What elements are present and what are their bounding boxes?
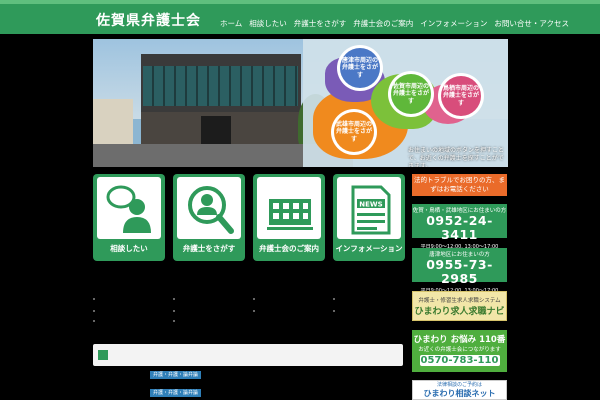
- card-information-label: インフォメーション: [335, 244, 403, 253]
- job-navi-title: ひまわり求人求職ナビ: [414, 307, 505, 317]
- building-door: [201, 116, 231, 144]
- svg-text:NEWS: NEWS: [359, 201, 382, 209]
- tel-saga-number: 0952-24-3411: [426, 213, 493, 243]
- nav-about[interactable]: 弁護士会のご案内: [353, 18, 413, 29]
- region-button-tosu[interactable]: 鳥栖市周辺の弁護士をさがす: [438, 73, 484, 119]
- region-button-saga[interactable]: 佐賀市周辺の弁護士をさがす: [388, 71, 434, 117]
- main-nav: ホーム 相談したい 弁護士をさがす 弁護士会のご案内 インフォメーション お問い…: [220, 18, 569, 29]
- header-top-band: [0, 0, 600, 4]
- nav-information[interactable]: インフォメーション: [420, 18, 487, 29]
- card-about-label: 弁護士会のご案内: [259, 244, 319, 253]
- nav-consult[interactable]: 相談したい: [249, 18, 287, 29]
- header-bar: 佐賀県弁護士会 ホーム 相談したい 弁護士をさがす 弁護士会のご案内 インフォメ…: [0, 0, 600, 34]
- building-glass: [143, 66, 298, 106]
- consult-net-sub: 法律相談のご予約は: [436, 382, 482, 388]
- hero-building-photo: [141, 54, 301, 144]
- trouble-notice[interactable]: 法的トラブルでお困りの方、まずはお電話ください: [412, 174, 507, 196]
- list-bullet: [333, 298, 335, 300]
- hero-house: [93, 99, 133, 144]
- list-bullet: [93, 320, 95, 322]
- news-category-tag[interactable]: 弁護・弁護・論弁論: [150, 371, 202, 379]
- region-button-tosu-label: 鳥栖市周辺の弁護士をさがす: [441, 76, 481, 116]
- list-bullet: [93, 298, 95, 300]
- building-icon: [267, 199, 313, 230]
- card-about[interactable]: 弁護士会のご案内: [253, 174, 325, 261]
- hero-banner: 唐津市周辺の弁護士をさがす 佐賀市周辺の弁護士をさがす 鳥栖市周辺の弁護士をさが…: [93, 39, 508, 167]
- region-button-takeo-label: 武雄市周辺の弁護士をさがす: [334, 112, 374, 152]
- nav-home[interactable]: ホーム: [220, 18, 242, 29]
- site-title[interactable]: 佐賀県弁護士会: [96, 10, 201, 30]
- list-bullet: [173, 310, 175, 312]
- tel-karatsu-number: 0955-73-2985: [426, 257, 493, 287]
- card-find-lawyer-label: 弁護士をさがす: [182, 244, 236, 253]
- job-navi-sub: 弁護士・修習生求人求職システム: [418, 298, 501, 304]
- nav-find-lawyer[interactable]: 弁護士をさがす: [294, 18, 347, 29]
- hotline-title: ひまわり お悩み 110番: [413, 335, 506, 345]
- news-section-marker: [98, 350, 108, 360]
- consult-person-icon: [106, 185, 151, 233]
- list-bullet: [333, 310, 335, 312]
- search-person-icon: [188, 186, 234, 234]
- card-consult[interactable]: 相談したい: [93, 174, 165, 261]
- card-information[interactable]: NEWS インフォメーション: [333, 174, 405, 261]
- list-bullet: [173, 298, 175, 300]
- card-find-lawyer-icon-box: [177, 177, 241, 239]
- region-button-saga-label: 佐賀市周辺の弁護士をさがす: [391, 74, 431, 114]
- region-button-karatsu-label: 唐津市周辺の弁護士をさがす: [340, 48, 380, 88]
- list-bullet: [173, 320, 175, 322]
- news-category-tag[interactable]: 弁護・弁護・論弁論: [150, 389, 202, 397]
- consult-net-banner[interactable]: 法律相談のご予約は ひまわり相談ネット: [412, 380, 507, 400]
- list-bullet: [253, 298, 255, 300]
- hotline-number: 0570-783-110: [419, 355, 500, 366]
- list-bullet: [93, 310, 95, 312]
- news-section-header: [93, 344, 403, 366]
- hero-instruction: お住まいの地域のボタンを押すことで、お近くの弁護士を探すことができます。: [408, 147, 505, 167]
- card-find-lawyer[interactable]: 弁護士をさがす: [173, 174, 245, 261]
- card-consult-label: 相談したい: [110, 244, 148, 253]
- card-information-icon-box: NEWS: [337, 177, 401, 239]
- tel-saga-banner[interactable]: 佐賀・鳥栖・武雄地区にお住まいの方 0952-24-3411 平日9:00〜12…: [412, 204, 507, 250]
- card-consult-icon-box: [97, 177, 161, 239]
- hotline-sub: お近くの弁護士会につながります: [418, 347, 501, 353]
- consult-net-title: ひまわり相談ネット: [423, 389, 496, 398]
- hotline-110-banner[interactable]: ひまわり お悩み 110番 お近くの弁護士会につながります 0570-783-1…: [412, 330, 507, 372]
- region-button-takeo[interactable]: 武雄市周辺の弁護士をさがす: [331, 109, 377, 155]
- region-button-karatsu[interactable]: 唐津市周辺の弁護士をさがす: [337, 45, 383, 91]
- list-bullet: [253, 310, 255, 312]
- news-icon: NEWS: [351, 185, 391, 235]
- job-navi-banner[interactable]: 弁護士・修習生求人求職システム ひまわり求人求職ナビ: [412, 291, 507, 321]
- nav-contact[interactable]: お問い合せ・アクセス: [494, 18, 569, 29]
- card-about-icon-box: [257, 177, 321, 239]
- tel-karatsu-banner[interactable]: 唐津地区にお住まいの方 0955-73-2985 平日9:00〜12:00, 1…: [412, 248, 507, 294]
